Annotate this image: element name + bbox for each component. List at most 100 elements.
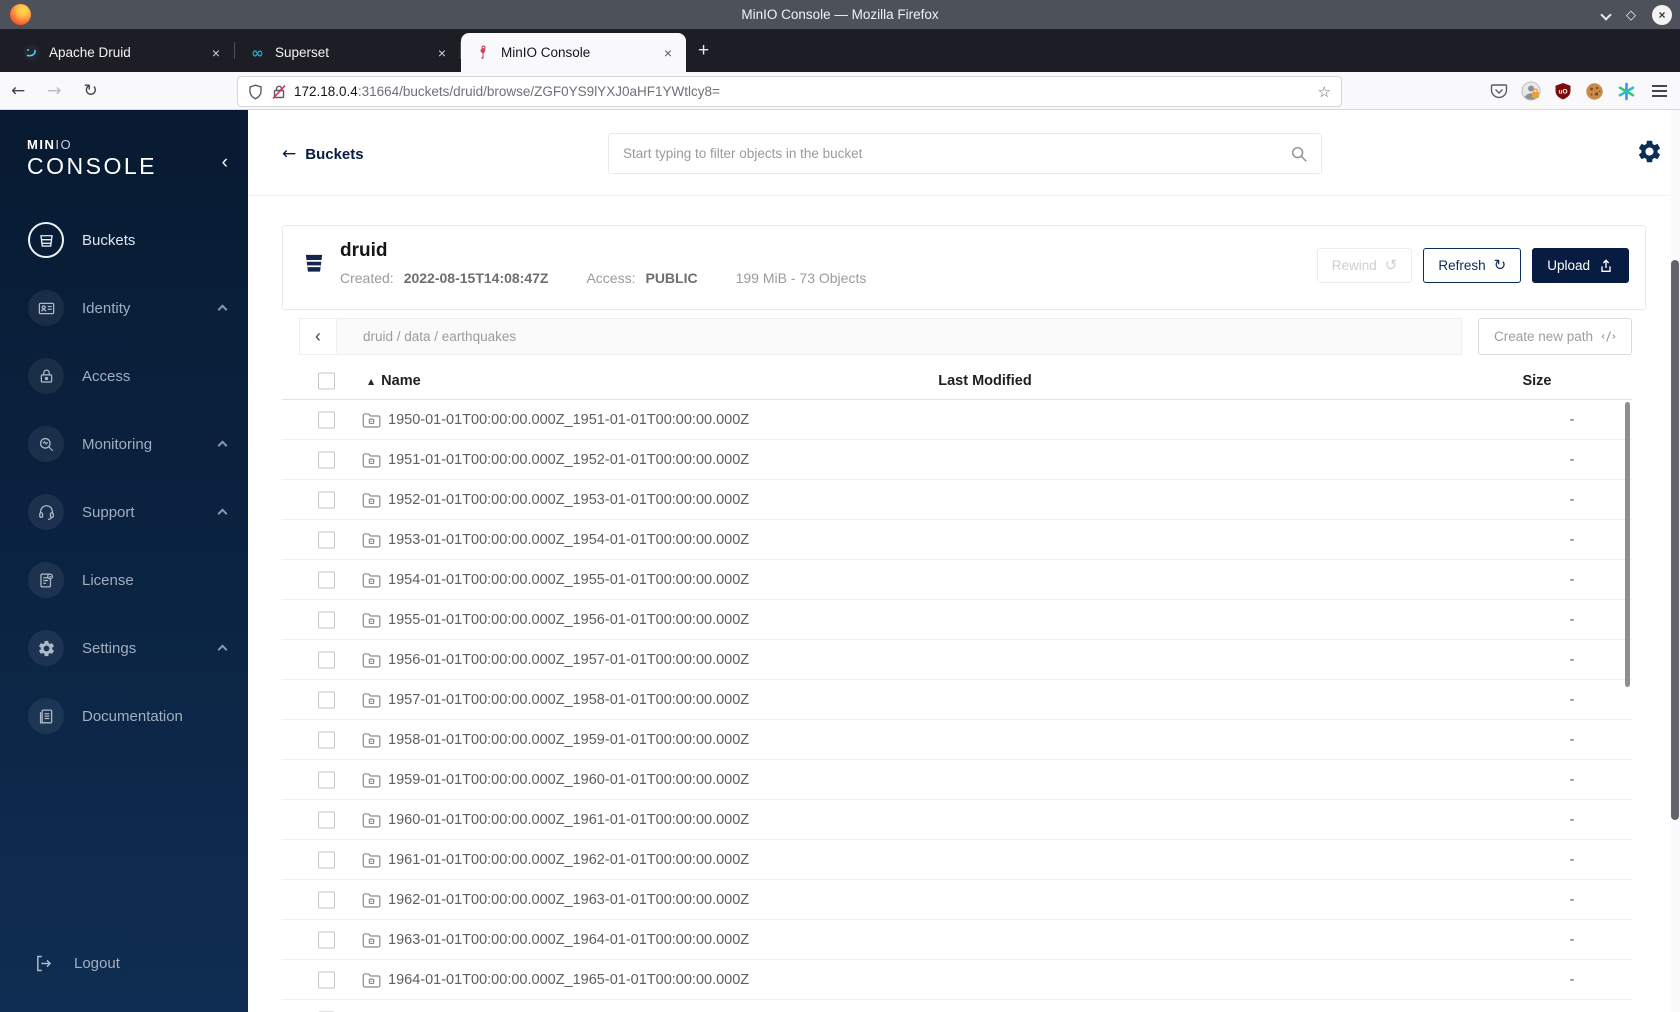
new-tab-button[interactable]: + (686, 36, 721, 66)
sidebar-collapse-icon[interactable]: ‹ (222, 152, 228, 174)
url-bar[interactable]: 172.18.0.4:31664/buckets/druid/browse/ZG… (237, 76, 1342, 107)
table-row[interactable]: 1959-01-01T00:00:00.000Z_1960-01-01T00:0… (282, 760, 1632, 800)
sort-asc-icon[interactable]: ▲ (368, 377, 374, 386)
table-row[interactable]: 1951-01-01T00:00:00.000Z_1952-01-01T00:0… (282, 440, 1632, 480)
table-row[interactable]: 1950-01-01T00:00:00.000Z_1951-01-01T00:0… (282, 400, 1632, 440)
row-checkbox[interactable] (318, 891, 335, 908)
page-scrollbar-track[interactable] (1670, 110, 1680, 1012)
table-row[interactable]: 1953-01-01T00:00:00.000Z_1954-01-01T00:0… (282, 520, 1632, 560)
url-text[interactable]: 172.18.0.4:31664/buckets/druid/browse/ZG… (294, 84, 1318, 99)
sidebar-item-identity[interactable]: Identity (0, 274, 248, 342)
object-name[interactable]: 1951-01-01T00:00:00.000Z_1952-01-01T00:0… (388, 440, 1212, 480)
chevron-up-icon[interactable] (217, 440, 228, 451)
settings-gear-icon[interactable] (1636, 138, 1663, 165)
row-checkbox[interactable] (318, 691, 335, 708)
sidebar-item-access[interactable]: Access (0, 342, 248, 410)
object-name[interactable]: 1952-01-01T00:00:00.000Z_1953-01-01T00:0… (388, 480, 1212, 520)
table-row[interactable]: 1957-01-01T00:00:00.000Z_1958-01-01T00:0… (282, 680, 1632, 720)
object-name[interactable]: 1961-01-01T00:00:00.000Z_1962-01-01T00:0… (388, 840, 1212, 880)
row-checkbox[interactable] (318, 611, 335, 628)
row-checkbox[interactable] (318, 491, 335, 508)
object-name[interactable]: 1953-01-01T00:00:00.000Z_1954-01-01T00:0… (388, 520, 1212, 560)
table-row[interactable]: 1961-01-01T00:00:00.000Z_1962-01-01T00:0… (282, 840, 1632, 880)
reload-button[interactable]: ↻ (73, 81, 109, 101)
table-row[interactable]: 1955-01-01T00:00:00.000Z_1956-01-01T00:0… (282, 600, 1632, 640)
row-checkbox[interactable] (318, 731, 335, 748)
row-checkbox[interactable] (318, 651, 335, 668)
object-name[interactable]: 1950-01-01T00:00:00.000Z_1951-01-01T00:0… (388, 400, 1212, 440)
buckets-back-link[interactable]: ← Buckets (282, 144, 364, 164)
filter-objects-search[interactable] (608, 133, 1322, 174)
tab-close-icon[interactable]: × (660, 43, 676, 63)
row-checkbox[interactable] (318, 971, 335, 988)
tab-superset[interactable]: ∞ Superset × (235, 33, 460, 72)
cookie-extension-icon[interactable] (1585, 82, 1604, 101)
row-checkbox[interactable] (318, 931, 335, 948)
object-name[interactable]: 1954-01-01T00:00:00.000Z_1955-01-01T00:0… (388, 560, 1212, 600)
refresh-button[interactable]: Refresh ↻ (1423, 248, 1522, 283)
create-new-path-button[interactable]: Create new path (1478, 318, 1632, 355)
chevron-up-icon[interactable] (217, 644, 228, 655)
table-row[interactable]: 1954-01-01T00:00:00.000Z_1955-01-01T00:0… (282, 560, 1632, 600)
ublock-origin-icon[interactable]: uO (1554, 82, 1572, 100)
table-row[interactable]: 1962-01-01T00:00:00.000Z_1963-01-01T00:0… (282, 880, 1632, 920)
page-scrollbar-thumb[interactable] (1671, 260, 1679, 820)
table-row[interactable]: 1960-01-01T00:00:00.000Z_1961-01-01T00:0… (282, 800, 1632, 840)
object-name[interactable]: 1958-01-01T00:00:00.000Z_1959-01-01T00:0… (388, 720, 1212, 760)
pocket-save-icon[interactable] (1490, 82, 1508, 100)
search-input[interactable] (609, 146, 1290, 161)
object-name[interactable]: 1965-01-01T00:00:00.000Z_1966-01-01T00:0… (388, 1000, 1212, 1012)
rewind-button[interactable]: Rewind ↺ (1316, 248, 1413, 283)
object-name[interactable]: 1956-01-01T00:00:00.000Z_1957-01-01T00:0… (388, 640, 1212, 680)
table-row[interactable]: 1963-01-01T00:00:00.000Z_1964-01-01T00:0… (282, 920, 1632, 960)
sidebar-item-monitoring[interactable]: Monitoring (0, 410, 248, 478)
row-checkbox[interactable] (318, 531, 335, 548)
sidebar-item-logout[interactable]: Logout (0, 929, 248, 997)
object-name[interactable]: 1955-01-01T00:00:00.000Z_1956-01-01T00:0… (388, 600, 1212, 640)
tab-apache-druid[interactable]: Apache Druid × (9, 33, 234, 72)
menu-hamburger-icon[interactable] (1649, 82, 1670, 100)
table-scrollbar[interactable] (1625, 402, 1630, 687)
tab-close-icon[interactable]: × (208, 43, 224, 63)
tab-close-icon[interactable]: × (434, 43, 450, 63)
table-row[interactable]: 1965-01-01T00:00:00.000Z_1966-01-01T00:0… (282, 1000, 1632, 1012)
object-name[interactable]: 1959-01-01T00:00:00.000Z_1960-01-01T00:0… (388, 760, 1212, 800)
window-maximize-button[interactable]: ◇ (1626, 8, 1636, 21)
forward-button[interactable]: → (36, 81, 72, 101)
path-back-button[interactable]: ‹ (300, 319, 337, 354)
object-name[interactable]: 1960-01-01T00:00:00.000Z_1961-01-01T00:0… (388, 800, 1212, 840)
chevron-up-icon[interactable] (217, 508, 228, 519)
table-row[interactable]: 1958-01-01T00:00:00.000Z_1959-01-01T00:0… (282, 720, 1632, 760)
row-checkbox[interactable] (318, 851, 335, 868)
sidebar-item-settings[interactable]: Settings (0, 614, 248, 682)
row-checkbox[interactable] (318, 771, 335, 788)
table-row[interactable]: 1956-01-01T00:00:00.000Z_1957-01-01T00:0… (282, 640, 1632, 680)
tab-minio-console[interactable]: MinIO Console × (461, 33, 686, 72)
window-minimize-button[interactable] (1600, 6, 1612, 24)
object-name[interactable]: 1962-01-01T00:00:00.000Z_1963-01-01T00:0… (388, 880, 1212, 920)
object-name[interactable]: 1957-01-01T00:00:00.000Z_1958-01-01T00:0… (388, 680, 1212, 720)
shield-icon[interactable] (248, 83, 263, 100)
sidebar-item-documentation[interactable]: Documentation (0, 682, 248, 750)
sidebar-item-support[interactable]: Support (0, 478, 248, 546)
asterisk-extension-icon[interactable] (1617, 82, 1636, 101)
row-checkbox[interactable] (318, 571, 335, 588)
breadcrumb[interactable]: druid / data / earthquakes (363, 329, 516, 344)
sidebar-item-buckets[interactable]: Buckets (0, 206, 248, 274)
select-all-checkbox[interactable] (318, 372, 335, 389)
sidebar-item-license[interactable]: License (0, 546, 248, 614)
account-containers-extension-icon[interactable] (1521, 81, 1541, 101)
bookmark-star-icon[interactable]: ☆ (1318, 83, 1331, 101)
row-checkbox[interactable] (318, 811, 335, 828)
window-close-button[interactable]: × (1652, 4, 1672, 25)
object-name[interactable]: 1963-01-01T00:00:00.000Z_1964-01-01T00:0… (388, 920, 1212, 960)
table-row[interactable]: 1964-01-01T00:00:00.000Z_1965-01-01T00:0… (282, 960, 1632, 1000)
last-modified-column-header[interactable]: Last Modified (938, 373, 1031, 389)
upload-button[interactable]: Upload (1532, 248, 1629, 283)
object-name[interactable]: 1964-01-01T00:00:00.000Z_1965-01-01T00:0… (388, 960, 1212, 1000)
row-checkbox[interactable] (318, 451, 335, 468)
name-column-header[interactable]: Name (381, 373, 421, 389)
insecure-lock-icon[interactable] (272, 84, 286, 100)
back-button[interactable]: ← (0, 81, 36, 101)
size-column-header[interactable]: Size (1522, 373, 1551, 389)
